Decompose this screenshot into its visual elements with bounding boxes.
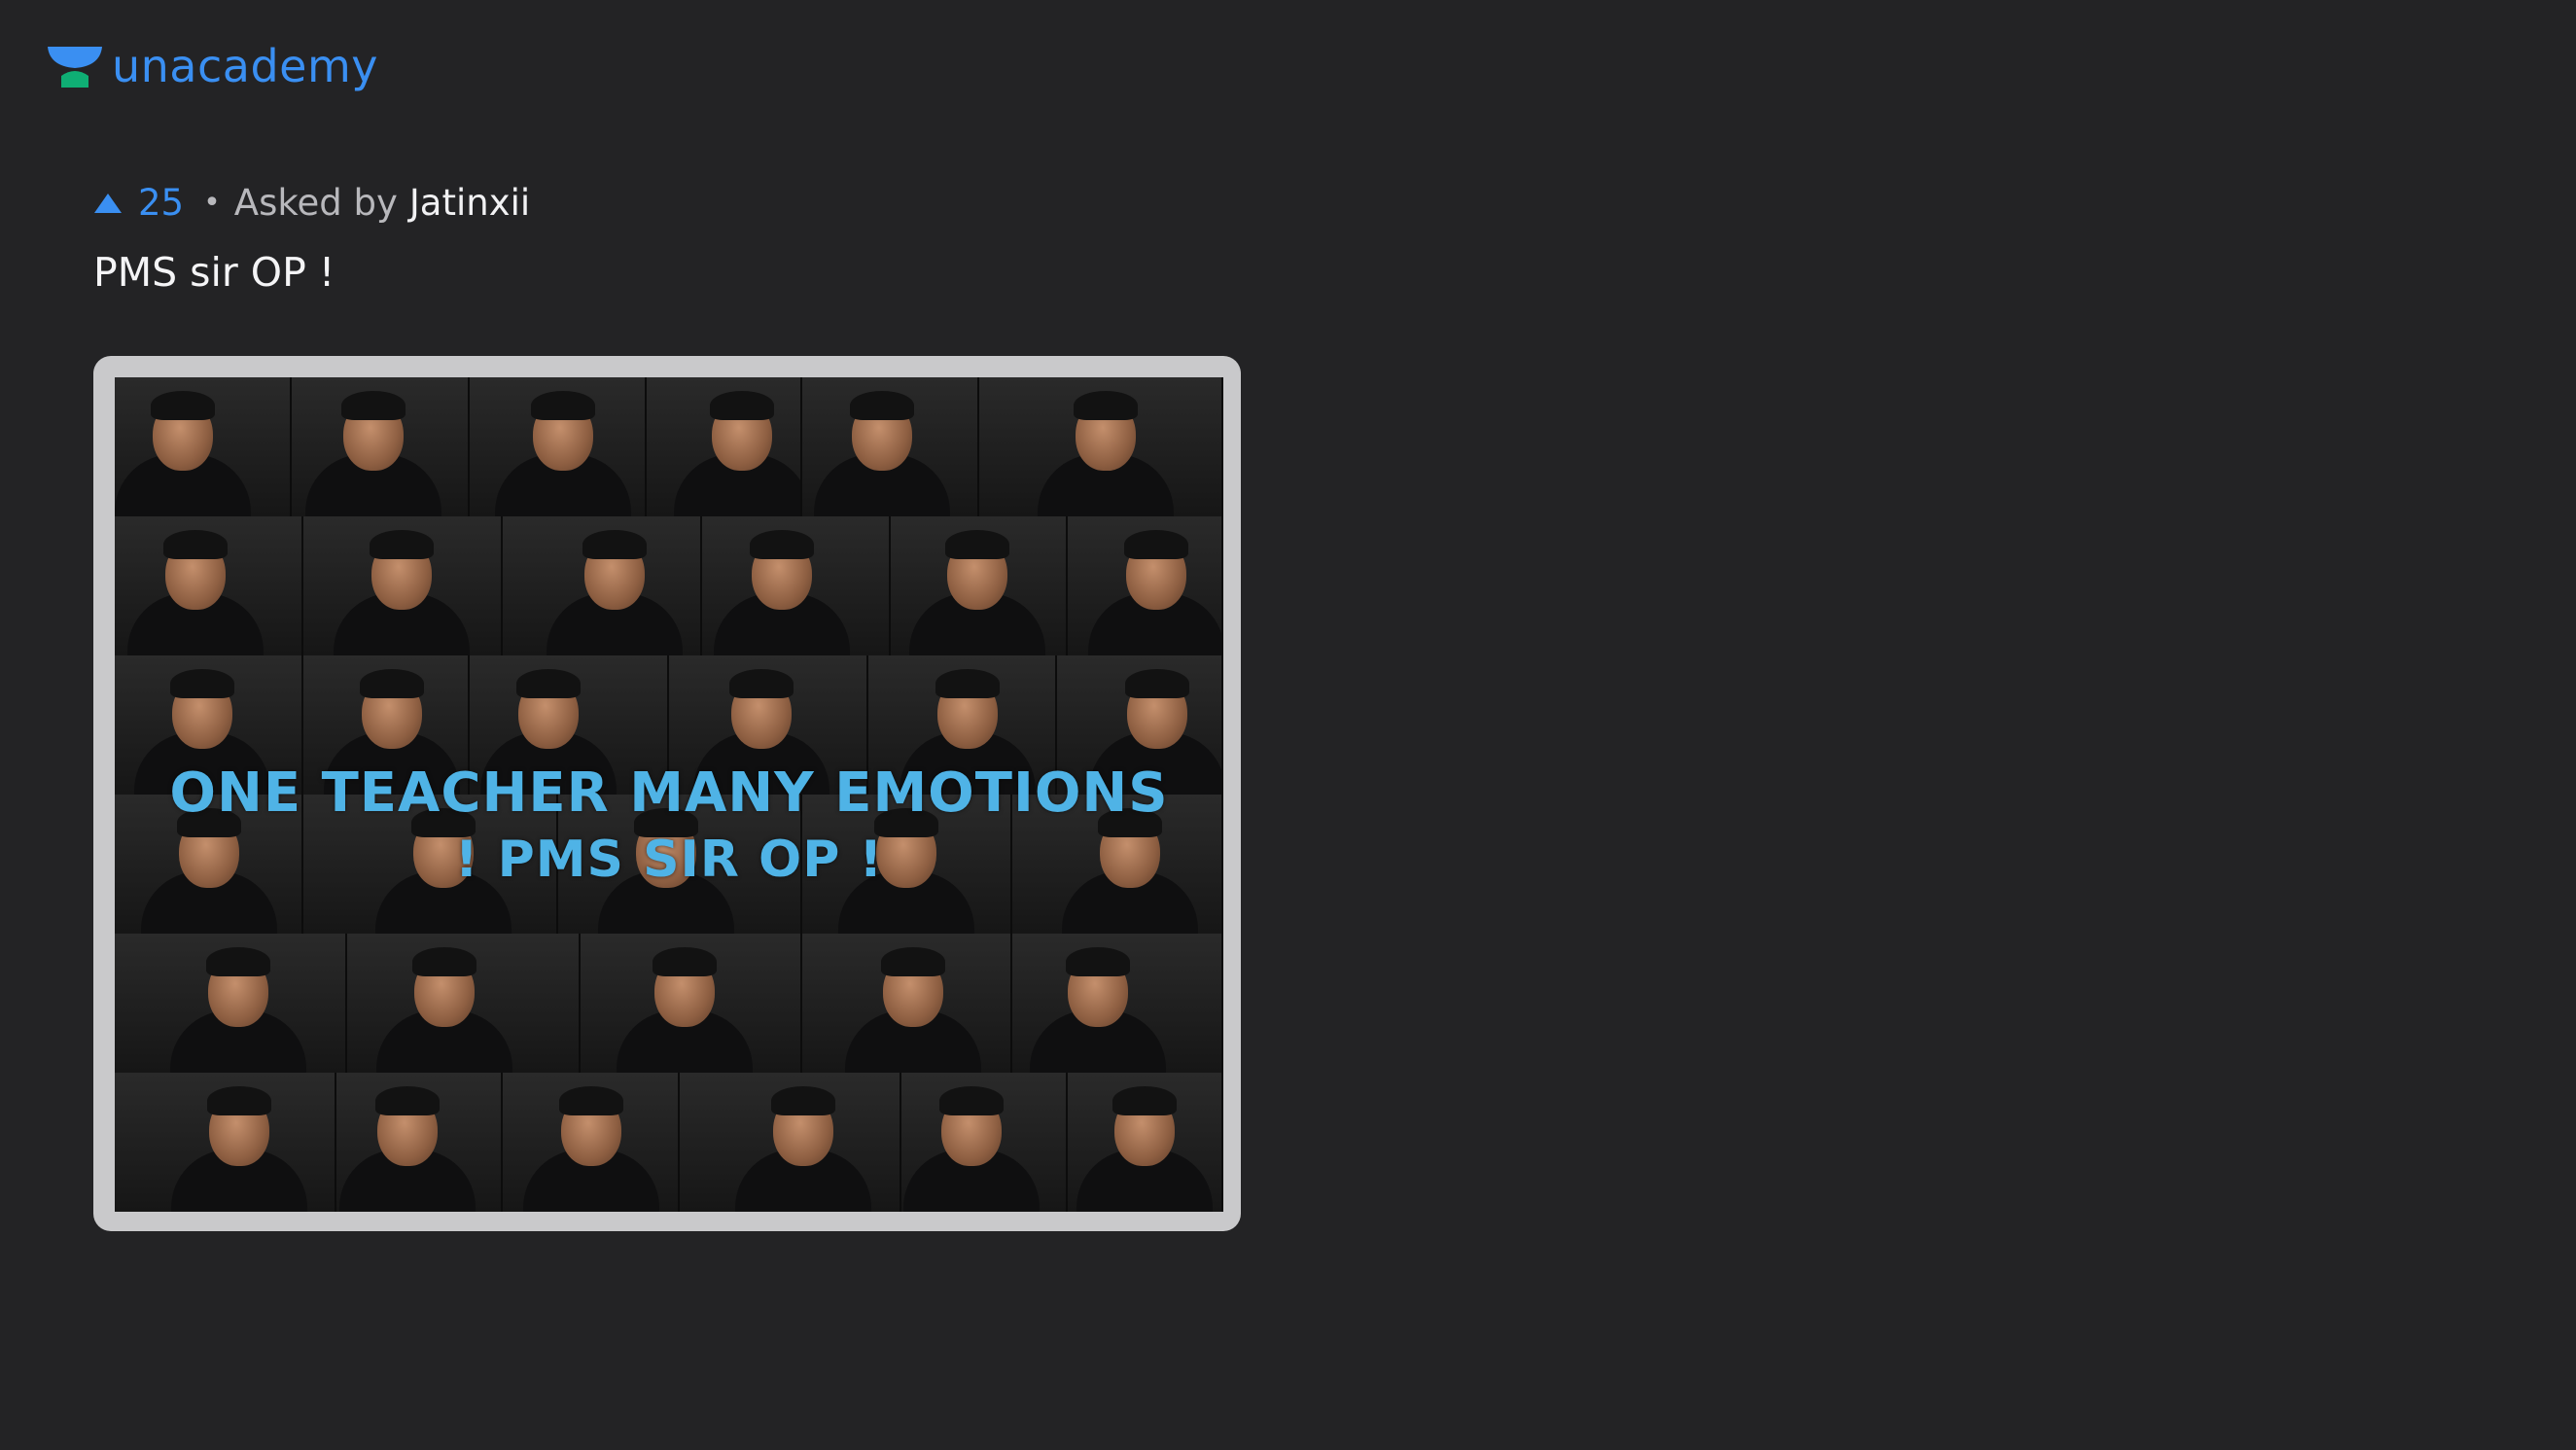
upvote-count: 25: [138, 182, 185, 224]
collage-tile: [801, 933, 1013, 1073]
collage-tile: [580, 933, 802, 1073]
collage-row: [115, 377, 1223, 516]
collage-tile: [890, 515, 1069, 655]
collage-tile: [901, 1073, 1069, 1212]
brand-logo[interactable]: unacademy: [46, 37, 378, 95]
collage-image: ONE TEACHER MANY EMOTIONS ! PMS SIR OP !: [115, 377, 1223, 1212]
collage-tile: [647, 377, 802, 516]
upvote-icon[interactable]: [93, 192, 123, 215]
collage-tile: [115, 515, 303, 655]
collage-tile: [336, 1073, 503, 1212]
image-caption-line-1: ONE TEACHER MANY EMOTIONS: [169, 761, 1169, 825]
collage-row: [115, 515, 1223, 655]
collage-tile: [292, 377, 470, 516]
collage-tile: [115, 377, 293, 516]
post-meta: 25 • Asked by Jatinxii: [93, 185, 530, 221]
collage-tile: [469, 377, 648, 516]
collage-tile: [503, 1073, 681, 1212]
post-title: PMS sir OP !: [93, 249, 335, 296]
image-caption-line-2: ! PMS SIR OP !: [454, 831, 884, 889]
collage-row: [115, 933, 1223, 1073]
post-image[interactable]: ONE TEACHER MANY EMOTIONS ! PMS SIR OP !: [93, 356, 1241, 1231]
collage-row: [115, 1073, 1223, 1212]
collage-tile: [115, 1073, 336, 1212]
collage-tile: [1012, 933, 1223, 1073]
collage-tile: [302, 515, 503, 655]
collage-tile: [979, 377, 1223, 516]
collage-tile: [680, 1073, 902, 1212]
collage-tile: [1068, 515, 1223, 655]
collage-tile: [115, 933, 348, 1073]
meta-separator: •: [203, 185, 221, 220]
asker-name[interactable]: Jatinxii: [409, 185, 530, 221]
asked-by-label: Asked by: [233, 182, 398, 224]
collage-tile: [801, 377, 980, 516]
graduation-cap-icon: [48, 47, 102, 88]
collage-tile: [1068, 1073, 1223, 1212]
brand-name: unacademy: [112, 40, 379, 92]
collage-tile: [347, 933, 581, 1073]
collage-tile: [502, 515, 703, 655]
page: unacademy 25 • Asked by Jatinxii PMS sir…: [0, 0, 2576, 1450]
collage-tile: [702, 515, 891, 655]
